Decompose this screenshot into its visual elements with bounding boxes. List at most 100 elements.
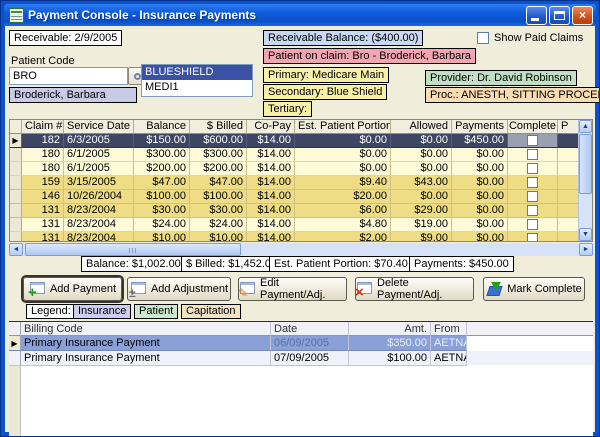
col-amount[interactable]: Amt. [349,322,431,336]
cell-complete [508,204,558,218]
cell-billed: $600.00 [190,134,247,148]
row-indicator [10,218,22,232]
app-icon [9,8,24,23]
cell-est-patient-portion: $0.00 [295,134,391,148]
cell-service-date: 6/1/2005 [64,148,134,162]
mark-complete-icon [486,282,502,296]
cell-payments: $0.00 [452,176,508,190]
cell-service-date: 10/26/2004 [64,190,134,204]
cell-allowed: $0.00 [391,148,452,162]
col-allowed[interactable]: Allowed [391,120,452,134]
add-adjustment-label: Add Adjustment [151,283,228,295]
payments-table: Billing Code Date Amt. From ▶ Primary In… [9,321,593,436]
minimize-button[interactable] [526,6,547,25]
cell-balance: $30.00 [134,204,190,218]
cell-est-patient-portion: $0.00 [295,162,391,176]
complete-checkbox[interactable] [527,149,538,160]
minimize-icon [531,18,539,21]
add-adjustment-button[interactable]: Add Adjustment [127,277,231,301]
close-button[interactable]: × [572,6,593,25]
claims-horizontal-scrollbar[interactable]: ◄ ► [9,243,593,256]
complete-checkbox[interactable] [527,205,538,216]
header-indicator-cell [10,120,22,134]
patient-code-input[interactable] [9,67,128,85]
cell-est-patient-portion: $9.40 [295,176,391,190]
claims-vertical-scrollbar[interactable]: ▲ ▼ [578,120,592,241]
claims-grid-header: Claim # Service Date Balance $ Billed Co… [10,120,592,134]
delete-payment-button[interactable]: Delete Payment/Adj. [355,277,474,301]
cell-payments: $450.00 [452,134,508,148]
maximize-button[interactable] [549,6,570,25]
total-balance-box: Balance: $1,002.00 [81,256,186,272]
claims-row[interactable]: 180 6/1/2005 $200.00 $200.00 $14.00 $0.0… [10,162,592,176]
cell-complete [508,232,558,242]
claims-row[interactable]: 131 8/23/2004 $10.00 $10.00 $14.00 $2.00… [10,232,592,242]
cell-copay: $14.00 [247,176,295,190]
add-payment-button[interactable]: Add Payment [23,277,122,301]
scroll-up-icon[interactable]: ▲ [579,120,592,133]
patient-on-claim-box: Patient on claim: Bro - Broderick, Barba… [263,48,476,64]
mark-complete-button[interactable]: Mark Complete [483,277,585,301]
legend-label: Legend: [26,304,76,319]
row-filler [467,351,593,366]
complete-checkbox[interactable] [527,219,538,230]
edit-payment-icon [239,282,255,296]
claims-row[interactable]: 131 8/23/2004 $24.00 $24.00 $14.00 $4.80… [10,218,592,232]
indicator-strip [9,366,21,436]
cell-date: 06/09/2005 [271,336,349,351]
claims-row[interactable]: 131 8/23/2004 $30.00 $30.00 $14.00 $6.00… [10,204,592,218]
cell-payments: $0.00 [452,162,508,176]
cell-claim: 159 [22,176,64,190]
col-payments[interactable]: Payments [452,120,508,134]
claims-row[interactable]: ▶ 182 6/3/2005 $150.00 $600.00 $14.00 $0… [10,134,592,148]
col-from[interactable]: From [431,322,467,336]
show-paid-claims-checkbox[interactable] [477,32,489,44]
cell-amount: $100.00 [349,351,431,366]
cell-clipped [558,176,580,190]
show-paid-claims-label: Show Paid Claims [494,32,583,44]
complete-checkbox[interactable] [527,135,538,146]
cell-date: 07/09/2005 [271,351,349,366]
cell-billed: $10.00 [190,232,247,242]
cell-complete [508,162,558,176]
horizontal-scroll-thumb[interactable] [25,243,241,256]
edit-payment-button[interactable]: Edit Payment/Adj. [238,277,347,301]
col-balance[interactable]: Balance [134,120,190,134]
claims-row[interactable]: 159 3/15/2005 $47.00 $47.00 $14.00 $9.40… [10,176,592,190]
scroll-left-icon[interactable]: ◄ [9,243,23,256]
col-service-date[interactable]: Service Date [64,120,134,134]
plan-item-blueshield[interactable]: BLUESHIELD [142,65,252,80]
col-est-patient-portion[interactable]: Est. Patient Portion [295,120,391,134]
col-clipped[interactable]: P [558,120,580,134]
complete-checkbox[interactable] [527,233,538,242]
complete-checkbox[interactable] [527,163,538,174]
complete-checkbox[interactable] [527,191,538,202]
procedure-box: Proc.: ANESTH, SITTING PROCEDURE [425,87,600,103]
cell-complete [508,176,558,190]
show-paid-claims[interactable]: Show Paid Claims [477,32,583,44]
claims-row[interactable]: 146 10/26/2004 $100.00 $100.00 $14.00 $2… [10,190,592,204]
col-claim[interactable]: Claim # [22,120,64,134]
payment-row[interactable]: ▶ Primary Insurance Payment 06/09/2005 $… [9,336,593,351]
cell-service-date: 3/15/2005 [64,176,134,190]
complete-checkbox[interactable] [527,177,538,188]
cell-billed: $300.00 [190,148,247,162]
cell-claim: 180 [22,162,64,176]
col-billing-code[interactable]: Billing Code [21,322,271,336]
scroll-down-icon[interactable]: ▼ [579,228,592,241]
scroll-right-icon[interactable]: ► [579,243,593,256]
row-indicator: ▶ [10,134,22,148]
payment-row[interactable]: Primary Insurance Payment 07/09/2005 $10… [9,351,593,366]
cell-clipped [558,232,580,242]
claims-row[interactable]: 180 6/1/2005 $300.00 $300.00 $14.00 $0.0… [10,148,592,162]
plan-item-medi1[interactable]: MEDI1 [142,80,252,95]
col-billed[interactable]: $ Billed [190,120,247,134]
delete-payment-label: Delete Payment/Adj. [377,277,473,301]
cell-copay: $14.00 [247,162,295,176]
col-complete[interactable]: Complete [508,120,558,134]
cell-service-date: 6/3/2005 [64,134,134,148]
vertical-scroll-thumb[interactable] [579,134,592,194]
col-date[interactable]: Date [271,322,349,336]
cell-billed: $100.00 [190,190,247,204]
col-copay[interactable]: Co-Pay [247,120,295,134]
